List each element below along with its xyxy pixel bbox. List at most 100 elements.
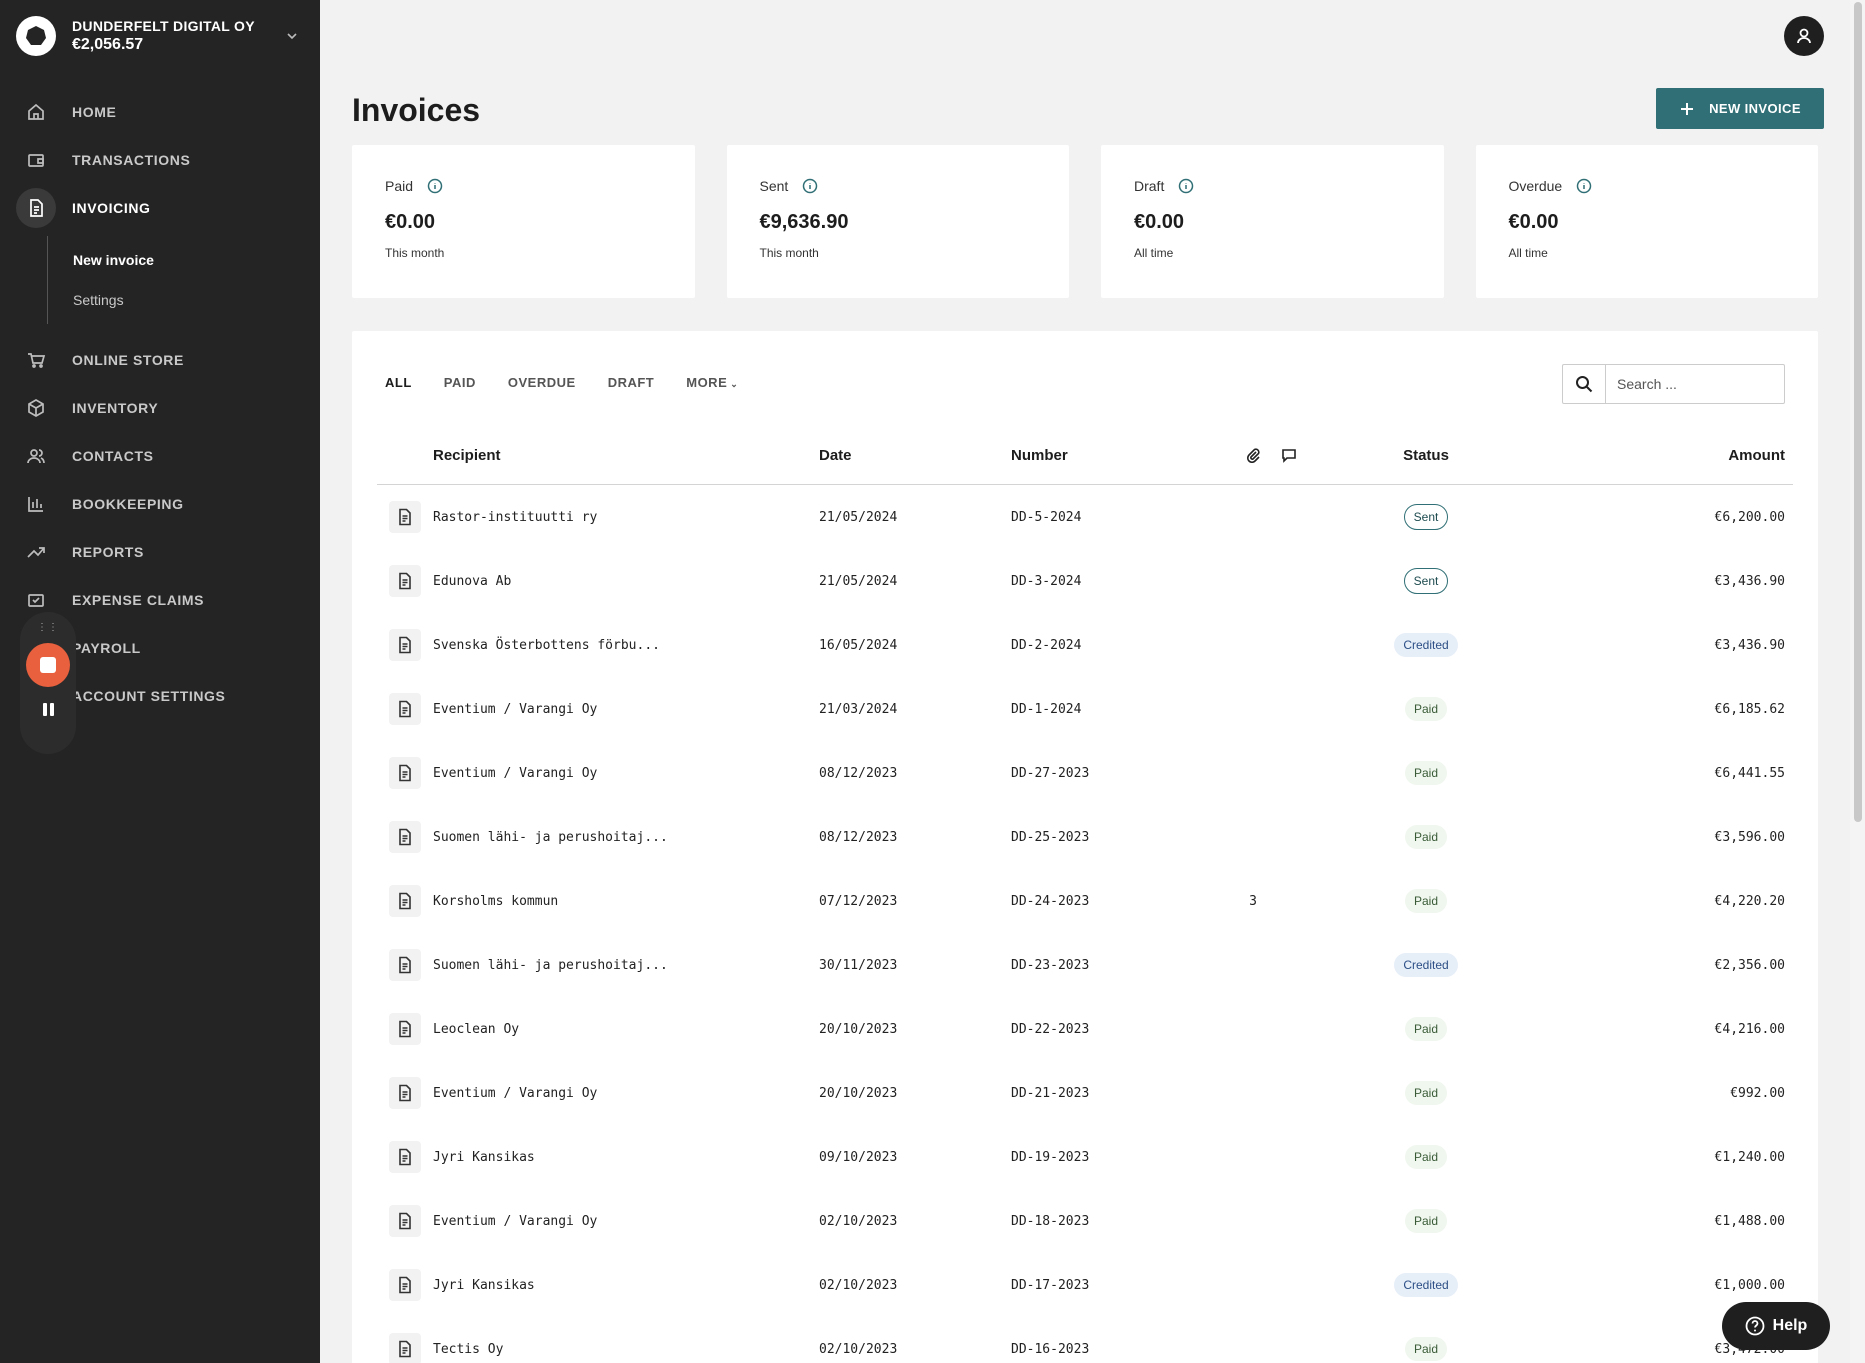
info-icon[interactable] xyxy=(1178,178,1194,194)
table-row[interactable]: Suomen lähi- ja perushoitaj... 30/11/2023… xyxy=(377,933,1793,997)
table-row[interactable]: Rastor-instituutti ry 21/05/2024 DD-5-2024… xyxy=(377,485,1793,549)
cell-recipient: Rastor-instituutti ry xyxy=(433,509,598,525)
status-badge: Paid xyxy=(1404,1337,1448,1361)
comment-icon xyxy=(1282,449,1296,463)
tab-overdue[interactable]: OVERDUE xyxy=(508,375,576,390)
tab-paid[interactable]: PAID xyxy=(444,375,476,390)
nav-item-inventory[interactable]: INVENTORY xyxy=(0,384,320,432)
document-icon xyxy=(389,949,421,981)
scrollbar-thumb[interactable] xyxy=(1854,2,1862,822)
document-icon xyxy=(389,629,421,661)
cell-amount: €992.00 xyxy=(1730,1085,1785,1101)
cell-number: DD-2-2024 xyxy=(1011,637,1082,653)
search-input[interactable] xyxy=(1617,366,1777,402)
new-invoice-label: NEW INVOICE xyxy=(1709,101,1801,116)
document-icon xyxy=(16,188,56,228)
status-badge: Sent xyxy=(1403,504,1449,530)
card-period: All time xyxy=(1508,246,1548,260)
info-icon[interactable] xyxy=(427,178,443,194)
table-body: Rastor-instituutti ry 21/05/2024 DD-5-2024… xyxy=(377,485,1793,1363)
column-header-amount[interactable]: Amount xyxy=(1545,447,1793,464)
table-row[interactable]: Leoclean Oy 20/10/2023 DD-22-2023 Paid €4,21… xyxy=(377,997,1793,1061)
column-header-status[interactable]: Status xyxy=(1307,447,1545,464)
subnav-item-new-invoice[interactable]: New invoice xyxy=(48,240,320,280)
cell-date: 08/12/2023 xyxy=(819,829,898,845)
stop-recording-button[interactable] xyxy=(26,643,70,687)
chevron-down-icon[interactable] xyxy=(284,28,300,44)
cell-date: 08/12/2023 xyxy=(819,765,898,781)
cell-number: DD-5-2024 xyxy=(1011,509,1082,525)
table-row[interactable]: Jyri Kansikas 09/10/2023 DD-19-2023 Paid €1,… xyxy=(377,1125,1793,1189)
nav-item-transactions[interactable]: TRANSACTIONS xyxy=(0,136,320,184)
status-badge: Paid xyxy=(1404,761,1448,785)
cell-number: DD-17-2023 xyxy=(1011,1277,1090,1293)
help-button[interactable]: Help xyxy=(1722,1302,1830,1350)
card-value: €0.00 xyxy=(1508,211,1559,233)
table-row[interactable]: Eventium / Varangi Oy 02/10/2023 DD-18-202… xyxy=(377,1189,1793,1253)
pause-recording-button[interactable] xyxy=(42,703,54,716)
info-icon[interactable] xyxy=(1576,178,1592,194)
column-header-number[interactable]: Number xyxy=(1011,447,1235,464)
info-icon[interactable] xyxy=(802,178,818,194)
nav-label: REPORTS xyxy=(72,544,144,560)
column-header-recipient[interactable]: Recipient xyxy=(433,447,819,464)
user-icon xyxy=(1797,28,1811,44)
recording-widget[interactable]: ⋮⋮ xyxy=(20,612,76,754)
company-balance: €2,056.57 xyxy=(72,36,144,53)
cell-recipient: Jyri Kansikas xyxy=(433,1277,535,1293)
card-period: This month xyxy=(385,246,445,260)
summary-card-paid: Paid €0.00 This month xyxy=(352,145,695,298)
user-avatar-button[interactable] xyxy=(1784,16,1824,56)
card-period: All time xyxy=(1134,246,1174,260)
table-row[interactable]: Tectis Oy02/10/2023DD-16-2023Paid€3,472.… xyxy=(377,1317,1793,1363)
status-badge: Paid xyxy=(1404,1209,1448,1233)
summary-cards: Paid €0.00 This month Sent €9,636.90 Thi… xyxy=(352,145,1818,298)
tab-all[interactable]: ALL xyxy=(385,375,412,390)
paperclip-icon xyxy=(1246,448,1260,463)
cell-number: DD-21-2023 xyxy=(1011,1085,1090,1101)
document-icon xyxy=(389,565,421,597)
nav-label: EXPENSE CLAIMS xyxy=(72,592,205,608)
table-row[interactable]: Jyri Kansikas 02/10/2023 DD-17-2023 Credite… xyxy=(377,1253,1793,1317)
company-switcher[interactable]: DUNDERFELT DIGITAL OY €2,056.57 xyxy=(16,16,304,56)
table-row[interactable]: Eventium / Varangi Oy 08/12/2023 DD-27-202… xyxy=(377,741,1793,805)
drag-handle-icon[interactable]: ⋮⋮ xyxy=(37,622,59,633)
column-header-date[interactable]: Date xyxy=(819,447,1011,464)
nav-label: CONTACTS xyxy=(72,448,154,464)
page-scrollbar[interactable] xyxy=(1850,0,1865,1363)
search-button[interactable] xyxy=(1563,365,1606,403)
tab-more[interactable]: MORE ⌄ xyxy=(686,375,738,390)
cell-amount: €6,200.00 xyxy=(1714,509,1785,525)
table-row[interactable]: Suomen lähi- ja perushoitaj... 08/12/2023… xyxy=(377,805,1793,869)
subnav-item-settings[interactable]: Settings xyxy=(48,280,320,320)
nav-item-home[interactable]: HOME xyxy=(0,88,320,136)
cell-recipient: Suomen lähi- ja perushoitaj... xyxy=(433,957,668,973)
nav-item-reports[interactable]: REPORTS xyxy=(0,528,320,576)
table-row[interactable]: Eventium / Varangi Oy 21/03/2024 DD-1-2024… xyxy=(377,677,1793,741)
home-icon xyxy=(16,92,56,132)
cell-number: DD-18-2023 xyxy=(1011,1213,1090,1229)
table-row[interactable]: Edunova Ab 21/05/2024 DD-3-2024 Sent €3,436.… xyxy=(377,549,1793,613)
status-badge: Paid xyxy=(1404,889,1448,913)
nav-item-contacts[interactable]: CONTACTS xyxy=(0,432,320,480)
document-icon xyxy=(389,1269,421,1301)
table-row[interactable]: Eventium / Varangi Oy 20/10/2023 DD-21-202… xyxy=(377,1061,1793,1125)
cell-number: DD-3-2024 xyxy=(1011,573,1082,589)
cell-amount: €2,356.00 xyxy=(1714,957,1785,973)
cell-date: 02/10/2023 xyxy=(819,1341,898,1357)
cell-number: DD-1-2024 xyxy=(1011,701,1082,717)
cell-amount: €3,436.90 xyxy=(1714,637,1785,653)
cell-recipient: Jyri Kansikas xyxy=(433,1149,535,1165)
invoice-list-panel: ALL PAID OVERDUE DRAFT MORE⌄ Recipient D… xyxy=(352,331,1818,1363)
status-badge: Sent xyxy=(1403,568,1449,594)
nav-item-online-store[interactable]: ONLINE STORE xyxy=(0,336,320,384)
tab-draft[interactable]: DRAFT xyxy=(608,375,655,390)
table-row[interactable]: Korsholms kommun 07/12/2023 DD-24-2023 3 Pai… xyxy=(377,869,1793,933)
cell-attachments: 3 xyxy=(1249,893,1257,909)
nav-item-invoicing[interactable]: INVOICING xyxy=(0,184,320,232)
trend-icon xyxy=(16,532,56,572)
nav-item-bookkeeping[interactable]: BOOKKEEPING xyxy=(0,480,320,528)
table-row[interactable]: Svenska Österbottens förbu... 16/05/2024 D… xyxy=(377,613,1793,677)
document-icon xyxy=(389,1141,421,1173)
new-invoice-button[interactable]: NEW INVOICE xyxy=(1656,88,1824,129)
